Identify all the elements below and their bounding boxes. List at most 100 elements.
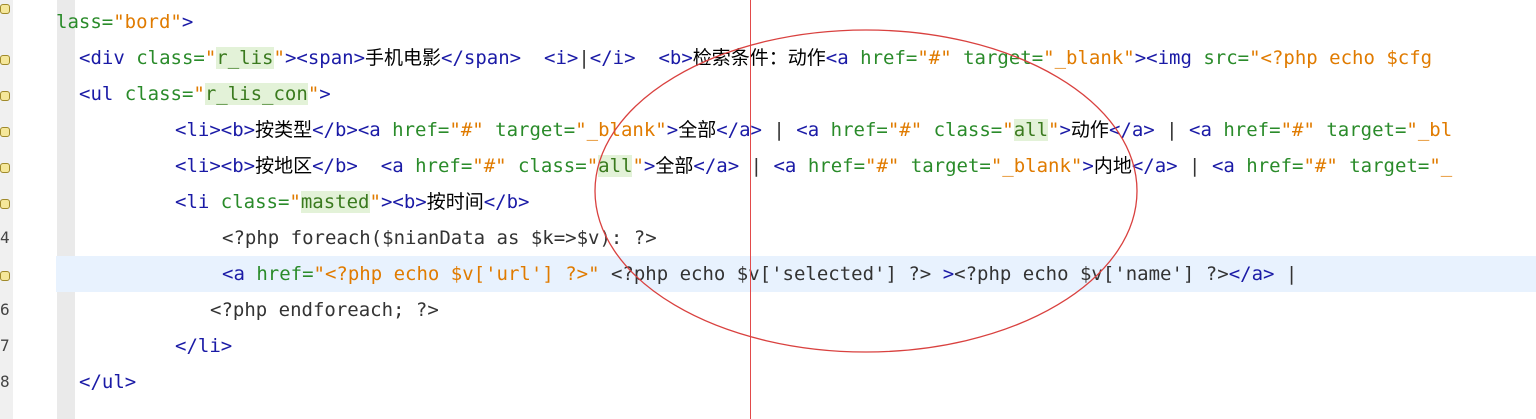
code-token: " — [307, 83, 320, 105]
breakpoint-marker-icon[interactable] — [0, 4, 10, 14]
code-token: | — [1177, 155, 1212, 177]
code-token: <a — [1189, 119, 1224, 141]
code-token: target= — [483, 119, 576, 141]
code-token: 内地 — [1093, 155, 1132, 177]
code-token: class= — [124, 83, 194, 105]
code-token: "_ — [1429, 155, 1453, 177]
breakpoint-marker-icon[interactable] — [0, 199, 10, 209]
code-token: <ul — [79, 83, 125, 105]
code-token: <?php echo $v['name'] ?> — [954, 263, 1229, 285]
code-token: </li> — [175, 335, 233, 357]
line-number: 4 — [0, 228, 10, 247]
code-token: | — [1274, 263, 1298, 285]
code-token: > — [1082, 155, 1094, 177]
code-token: <?php endforeach; ?> — [210, 299, 439, 321]
line-number: 6 — [0, 300, 10, 319]
code-token: <a — [773, 155, 808, 177]
code-token: class= — [136, 47, 205, 69]
code-token: > — [1059, 119, 1071, 141]
code-token: href= — [1246, 155, 1304, 177]
code-token: "_bl — [1406, 119, 1453, 141]
code-token: "#" — [472, 155, 507, 177]
code-token: > — [942, 263, 955, 285]
code-token: 检索条件：动作 — [692, 47, 826, 69]
code-text: lass="bord"> — [56, 4, 193, 40]
code-token: </a> — [693, 155, 740, 177]
code-token: </ul> — [79, 371, 137, 393]
code-token: > — [181, 11, 194, 33]
code-token: href= — [860, 47, 918, 69]
code-token: "<?php echo $cfg — [1249, 47, 1433, 69]
code-token: all — [598, 155, 633, 177]
code-token: <a — [796, 119, 831, 141]
code-token: src= — [1203, 47, 1250, 69]
fold-column — [57, 0, 75, 419]
code-text: <ul class="r_lis_con"> — [79, 76, 331, 112]
code-token: r_lis_con — [204, 83, 308, 105]
code-token: "#" — [887, 119, 923, 141]
code-token: "#" — [449, 119, 484, 141]
code-token: all — [1013, 119, 1049, 141]
breakpoint-marker-icon[interactable] — [0, 91, 10, 101]
code-token: > — [666, 119, 679, 141]
current-code-line[interactable]: <a href="<?php echo $v['url'] ?>" <?php … — [56, 256, 1536, 292]
code-token: | — [578, 47, 590, 69]
code-text: <li><b>按地区</b> <a href="#" class="all">全… — [175, 148, 1452, 184]
code-token: </a> — [1228, 263, 1275, 285]
code-token: href= — [415, 155, 473, 177]
code-token: " — [289, 191, 301, 213]
code-token: </i> — [589, 47, 636, 69]
code-token: " — [204, 47, 217, 69]
code-token: "_blank" — [575, 119, 667, 141]
code-token: > — [643, 155, 656, 177]
code-token: </a> — [716, 119, 762, 141]
code-token: " — [193, 83, 205, 105]
code-token: " — [586, 155, 599, 177]
code-token: <?php foreach($nianData as $k=>$v): ?> — [222, 227, 657, 249]
code-text: <li class="masted"><b>按时间</b> — [175, 184, 530, 220]
code-token: 按地区 — [255, 155, 313, 177]
code-token: 按类型 — [255, 119, 313, 141]
code-token: <li><b> — [175, 119, 256, 141]
code-token: <a — [222, 263, 257, 285]
code-token: <b> — [658, 47, 693, 69]
code-token: <li — [175, 191, 221, 213]
code-token: 手机电影 — [365, 47, 442, 69]
code-token: <a — [825, 47, 861, 69]
code-text: <?php endforeach; ?> — [210, 292, 439, 328]
code-token: "#" — [1280, 119, 1315, 141]
breakpoint-marker-icon[interactable] — [0, 55, 10, 65]
code-token: " — [1048, 119, 1060, 141]
code-token: "_blank" — [990, 155, 1083, 177]
code-token: " — [1002, 119, 1014, 141]
code-token: 按时间 — [426, 191, 484, 213]
code-token: masted — [300, 191, 370, 213]
code-text: </li> — [175, 328, 232, 364]
code-text: <?php foreach($nianData as $k=>$v): ?> — [222, 220, 657, 256]
code-token: "#" — [917, 47, 952, 69]
bookmark-marker-icon[interactable] — [0, 271, 10, 281]
print-margin-line — [750, 0, 751, 419]
code-token: <div — [79, 47, 137, 69]
code-token: <?php echo $v['selected'] ?> — [599, 263, 943, 285]
code-token: class= — [506, 155, 587, 177]
breakpoint-marker-icon[interactable] — [0, 127, 10, 137]
annotation-ellipse — [594, 29, 1138, 353]
code-token: 全部 — [678, 119, 717, 141]
code-token: | — [761, 119, 797, 141]
code-text: <a href="<?php echo $v['url'] ?>" <?php … — [222, 256, 1297, 292]
code-token: href= — [392, 119, 450, 141]
code-token: </b> — [312, 155, 358, 177]
code-token: "bord" — [113, 11, 182, 33]
code-token: " — [273, 47, 285, 69]
code-text: <li><b>按类型</b><a href="#" target="_blank… — [175, 112, 1452, 148]
code-token: 动作 — [1070, 119, 1109, 141]
code-token: target= — [951, 47, 1044, 69]
code-token: target= — [899, 155, 991, 177]
breakpoint-marker-icon[interactable] — [0, 163, 10, 173]
code-token: r_lis — [216, 47, 274, 69]
code-token: ><span> — [284, 47, 366, 69]
code-editor[interactable]: 4 6 7 8 lass="bord"> <div class="r_lis">… — [0, 0, 1536, 419]
code-token: 全部 — [655, 155, 694, 177]
